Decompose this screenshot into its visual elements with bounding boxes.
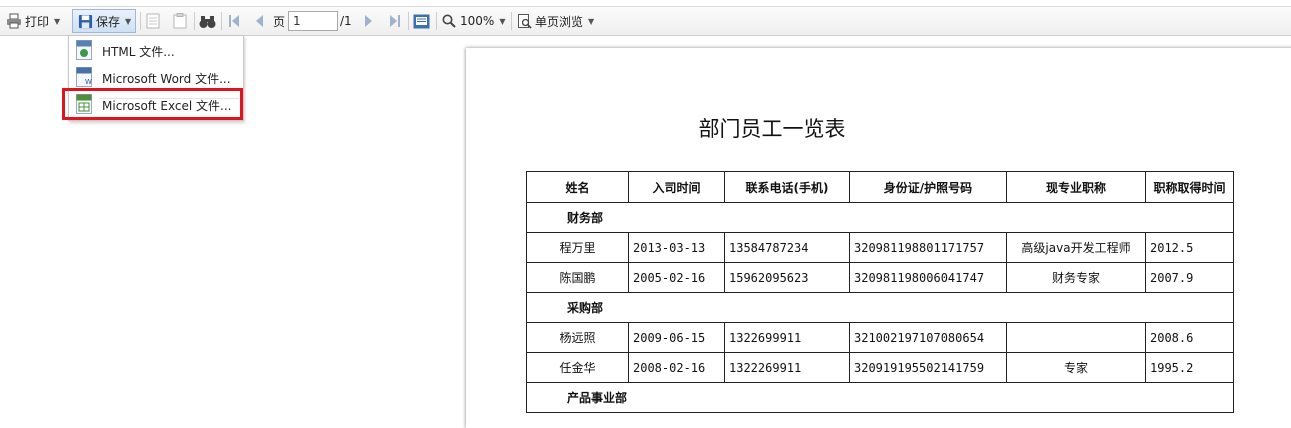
employee-table: 姓名 入司时间 联系电话(手机) 身份证/护照号码 现专业职称 职称取得时间 财… xyxy=(526,171,1234,413)
department-name: 采购部 xyxy=(526,292,1234,323)
word-file-icon: W xyxy=(76,67,92,90)
svg-text:W: W xyxy=(85,78,92,86)
magnifier-icon xyxy=(442,14,456,28)
phone: 1322699911 xyxy=(724,322,850,353)
table-row: 任金华 2008-02-16 1322269911 32091919550214… xyxy=(526,352,1234,383)
table-row: 陈国鹏 2005-02-16 15962095623 3209811980060… xyxy=(526,262,1234,293)
chevron-down-icon[interactable]: ▼ xyxy=(588,17,594,26)
chevron-down-icon[interactable]: ▼ xyxy=(125,17,131,26)
chevron-down-icon[interactable]: ▼ xyxy=(54,17,60,26)
view-mode-dropdown[interactable]: 单页浏览 ▼ xyxy=(518,7,594,35)
toolbar-divider xyxy=(511,12,512,30)
employee-name: 杨远照 xyxy=(526,322,629,353)
last-page-icon xyxy=(390,15,400,27)
save-label: 保存 xyxy=(96,14,121,29)
column-header: 姓名 xyxy=(526,171,629,203)
zoom-label: 100% xyxy=(460,14,495,28)
title-date: 2008.6 xyxy=(1145,322,1234,353)
job-title: 财务专家 xyxy=(1006,262,1146,293)
column-header: 入司时间 xyxy=(628,171,725,203)
id-number: 321002197107080654 xyxy=(849,322,1007,353)
hire-date: 2005-02-16 xyxy=(628,262,725,293)
department-row: 采购部 xyxy=(526,292,1234,323)
page-label: 页 xyxy=(273,14,286,29)
toolbar-divider xyxy=(221,12,222,30)
clipboard-icon xyxy=(173,13,187,29)
department-row: 财务部 xyxy=(526,202,1234,233)
page-view-button[interactable] xyxy=(413,7,430,35)
table-row: 杨远照 2009-06-15 1322699911 32100219710708… xyxy=(526,322,1234,353)
previous-page-button[interactable] xyxy=(255,7,263,35)
html-file-icon xyxy=(76,40,92,63)
column-header: 联系电话(手机) xyxy=(724,171,850,203)
floppy-disk-icon xyxy=(78,14,93,29)
find-button[interactable] xyxy=(199,7,216,35)
menu-item-label: Microsoft Word 文件... xyxy=(102,72,231,86)
department-name: 财务部 xyxy=(526,202,1234,233)
excel-highlight-box xyxy=(62,88,243,120)
employee-name: 程万里 xyxy=(526,232,629,263)
menu-item-label: HTML 文件... xyxy=(102,45,175,59)
last-page-button[interactable] xyxy=(390,7,400,35)
view-mode-label: 单页浏览 xyxy=(535,14,584,29)
report-title: 部门员工一览表 xyxy=(698,117,846,141)
toolbar-divider xyxy=(140,12,141,30)
first-page-button[interactable] xyxy=(229,7,239,35)
hire-date: 2008-02-16 xyxy=(628,352,725,383)
next-page-button[interactable] xyxy=(365,7,373,35)
employee-name: 陈国鹏 xyxy=(526,262,629,293)
title-date: 1995.2 xyxy=(1145,352,1234,383)
job-title xyxy=(1006,322,1146,353)
monitor-icon xyxy=(413,14,430,29)
page-total: /1 xyxy=(340,14,352,28)
department-row: 产品事业部 xyxy=(526,382,1234,413)
employee-name: 任金华 xyxy=(526,352,629,383)
column-header: 身份证/护照号码 xyxy=(849,171,1007,203)
hire-date: 2013-03-13 xyxy=(628,232,725,263)
chevron-down-icon[interactable]: ▼ xyxy=(499,17,505,26)
printer-icon xyxy=(6,13,22,29)
title-date: 2012.5 xyxy=(1145,232,1234,263)
phone: 13584787234 xyxy=(724,232,850,263)
report-toolbar: 打印 ▼ 保存 ▼ 页 /1 xyxy=(0,6,1291,36)
save-button[interactable]: 保存 ▼ xyxy=(72,9,136,33)
id-number: 320981198006041747 xyxy=(849,262,1007,293)
binoculars-icon xyxy=(199,14,216,29)
copy-button[interactable] xyxy=(146,7,160,35)
job-title: 高级java开发工程师 xyxy=(1006,232,1146,263)
phone: 1322269911 xyxy=(724,352,850,383)
toolbar-divider xyxy=(194,12,195,30)
page-number-input[interactable] xyxy=(288,11,338,31)
toolbar-divider xyxy=(436,12,437,30)
job-title: 专家 xyxy=(1006,352,1146,383)
department-name: 产品事业部 xyxy=(526,382,1234,413)
id-number: 320981198801171757 xyxy=(849,232,1007,263)
document-icon xyxy=(146,13,160,29)
id-number: 320919195502141759 xyxy=(849,352,1007,383)
menu-item-word[interactable]: W Microsoft Word 文件... xyxy=(69,64,241,90)
first-page-icon xyxy=(229,15,239,27)
zoom-dropdown[interactable]: 100% ▼ xyxy=(442,7,505,35)
table-header-row: 姓名 入司时间 联系电话(手机) 身份证/护照号码 现专业职称 职称取得时间 xyxy=(526,171,1234,203)
print-button[interactable]: 打印 ▼ xyxy=(6,7,60,35)
paste-button[interactable] xyxy=(173,7,187,35)
next-page-icon xyxy=(365,15,373,27)
column-header: 职称取得时间 xyxy=(1145,171,1234,203)
hire-date: 2009-06-15 xyxy=(628,322,725,353)
menu-item-html[interactable]: HTML 文件... xyxy=(69,37,241,63)
previous-page-icon xyxy=(255,15,263,27)
page-zoom-icon xyxy=(518,13,532,29)
print-label: 打印 xyxy=(25,14,50,29)
column-header: 现专业职称 xyxy=(1006,171,1146,203)
toolbar-divider xyxy=(408,12,409,30)
title-date: 2007.9 xyxy=(1145,262,1234,293)
phone: 15962095623 xyxy=(724,262,850,293)
table-row: 程万里 2013-03-13 13584787234 3209811988011… xyxy=(526,232,1234,263)
